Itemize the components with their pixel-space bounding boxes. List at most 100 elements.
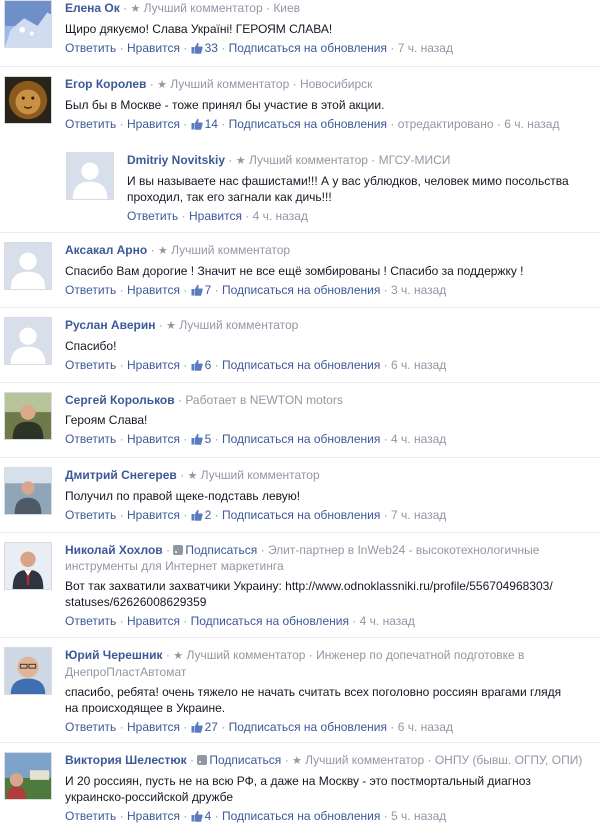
timestamp[interactable]: 4 ч. назад [360, 614, 415, 628]
timestamp[interactable]: 6 ч. назад [398, 720, 453, 734]
like-link[interactable]: Нравится [127, 614, 180, 628]
comment-text: Спасибо! [65, 339, 117, 353]
commenter-badge: Лучший комментатор [200, 468, 320, 482]
comment-text-line: проходил, так его загнали как дичь!!! [127, 190, 332, 204]
like-count[interactable]: 4 [191, 809, 211, 823]
like-count[interactable]: 33 [191, 41, 218, 55]
timestamp[interactable]: 4 ч. назад [391, 432, 446, 446]
reply-link[interactable]: Ответить [65, 41, 116, 55]
timestamp[interactable]: 4 ч. назад [253, 209, 308, 223]
avatar[interactable] [4, 76, 52, 124]
author-info: Киев [273, 1, 301, 15]
like-link[interactable]: Нравится [127, 117, 180, 131]
subscribe-link[interactable]: Подписаться [185, 543, 257, 557]
avatar[interactable] [4, 0, 52, 48]
comment-actions: Ответить · Нравится · 5 · Подписаться на… [65, 432, 447, 446]
timestamp[interactable]: 6 ч. назад [391, 358, 446, 372]
subscribe-updates-link[interactable]: Подписаться на обновления [229, 720, 387, 734]
avatar[interactable] [66, 152, 114, 200]
reply-link[interactable]: Ответить [65, 117, 116, 131]
divider [0, 66, 600, 67]
reply-link[interactable]: Ответить [65, 358, 116, 372]
divider [0, 637, 600, 638]
like-count[interactable]: 6 [191, 358, 211, 372]
author-name[interactable]: Елена Ок [65, 1, 120, 15]
like-count[interactable]: 5 [191, 432, 211, 446]
subscribe-link[interactable]: Подписаться [209, 753, 281, 767]
comment-text: спасибо, ребята! очень тяжело не начать … [65, 684, 596, 716]
author-name[interactable]: Николай Хохлов [65, 543, 163, 557]
author-name[interactable]: Dmitriy Novitskiy [127, 153, 225, 167]
reply-link[interactable]: Ответить [65, 283, 116, 297]
reply-link[interactable]: Ответить [65, 720, 116, 734]
avatar[interactable] [4, 392, 52, 440]
thumbs-up-icon [191, 509, 203, 521]
subscribe-updates-link[interactable]: Подписаться на обновления [229, 41, 387, 55]
like-count[interactable]: 2 [191, 508, 211, 522]
timestamp[interactable]: 7 ч. назад [391, 508, 446, 522]
author-info: ОНПУ (бывш. ОГПУ, ОПИ) [434, 753, 583, 767]
avatar[interactable] [4, 752, 52, 800]
comment-actions: Ответить · Нравится · 4 ч. назад [127, 209, 308, 223]
reply-link[interactable]: Ответить [65, 809, 116, 823]
author-info: ДнепроПластАвтомат [65, 665, 187, 679]
like-link[interactable]: Нравится [127, 283, 180, 297]
comment-text-line: И 20 россиян, пусть не на всю РФ, а даже… [65, 774, 531, 788]
like-link[interactable]: Нравится [127, 41, 180, 55]
comment-actions: Ответить · Нравится · 14 · Подписаться н… [65, 117, 560, 131]
timestamp[interactable]: 6 ч. назад [504, 117, 559, 131]
like-link[interactable]: Нравится [189, 209, 242, 223]
timestamp[interactable]: 7 ч. назад [398, 41, 453, 55]
subscribe-updates-link[interactable]: Подписаться на обновления [222, 508, 380, 522]
like-link[interactable]: Нравится [127, 720, 180, 734]
subscribe-updates-link[interactable]: Подписаться на обновления [229, 117, 387, 131]
subscribe-updates-link[interactable]: Подписаться на обновления [222, 809, 380, 823]
like-link[interactable]: Нравится [127, 432, 180, 446]
reply-link[interactable]: Ответить [65, 508, 116, 522]
comment-actions: Ответить · Нравится · Подписаться на обн… [65, 614, 415, 628]
divider [0, 232, 600, 233]
avatar[interactable] [4, 317, 52, 365]
comment-text: И 20 россиян, пусть не на всю РФ, а даже… [65, 773, 596, 805]
reply-link[interactable]: Ответить [65, 614, 116, 628]
avatar[interactable] [4, 647, 52, 695]
author-name[interactable]: Виктория Шелестюк [65, 753, 187, 767]
author-name[interactable]: Егор Королев [65, 77, 146, 91]
like-count[interactable]: 14 [191, 117, 218, 131]
like-link[interactable]: Нравится [127, 508, 180, 522]
subscribe-updates-link[interactable]: Подписаться на обновления [191, 614, 349, 628]
reply-link[interactable]: Ответить [127, 209, 178, 223]
author-name[interactable]: Аксакал Арно [65, 243, 147, 257]
comment-actions: Ответить · Нравится · 4 · Подписаться на… [65, 809, 447, 823]
star-icon: ★ [187, 470, 198, 482]
timestamp[interactable]: 5 ч. назад [391, 809, 446, 823]
like-count[interactable]: 27 [191, 720, 218, 734]
thumbs-up-icon [191, 721, 203, 733]
timestamp[interactable]: 3 ч. назад [391, 283, 446, 297]
author-info: Новосибирск [299, 77, 373, 91]
reply-link[interactable]: Ответить [65, 432, 116, 446]
comment-text: Героям Слава! [65, 413, 148, 427]
author-name[interactable]: Юрий Черешник [65, 648, 163, 662]
like-link[interactable]: Нравится [127, 358, 180, 372]
subscribe-updates-link[interactable]: Подписаться на обновления [222, 358, 380, 372]
star-icon: ★ [166, 320, 177, 332]
subscribe-updates-link[interactable]: Подписаться на обновления [222, 283, 380, 297]
author-name[interactable]: Сергей Корольков [65, 393, 175, 407]
comment-actions: Ответить · Нравится · 33 · Подписаться н… [65, 41, 453, 55]
like-count[interactable]: 7 [191, 283, 211, 297]
divider [0, 457, 600, 458]
author-name[interactable]: Дмитрий Снегерев [65, 468, 177, 482]
author-name[interactable]: Руслан Аверин [65, 318, 155, 332]
avatar[interactable] [4, 467, 52, 515]
star-icon: ★ [130, 3, 141, 15]
comment-actions: Ответить · Нравится · 7 · Подписаться на… [65, 283, 447, 297]
avatar[interactable] [4, 542, 52, 590]
commenter-badge: Лучший комментатор [179, 318, 299, 332]
thumbs-up-icon [191, 433, 203, 445]
subscribe-updates-link[interactable]: Подписаться на обновления [222, 432, 380, 446]
star-icon: ★ [235, 155, 246, 167]
thumbs-up-icon [191, 42, 203, 54]
avatar[interactable] [4, 242, 52, 290]
like-link[interactable]: Нравится [127, 809, 180, 823]
